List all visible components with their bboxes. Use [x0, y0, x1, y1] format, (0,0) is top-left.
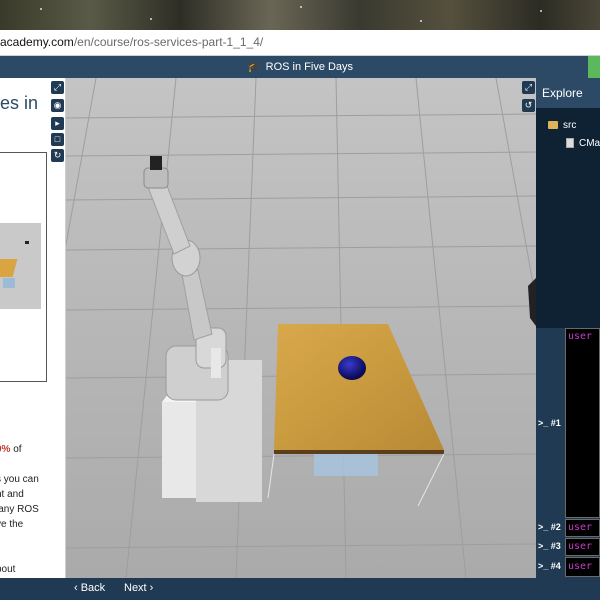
- terminal-tab-label: >_ #3: [538, 541, 561, 551]
- terminal-screen-2[interactable]: user: [565, 519, 600, 537]
- wooden-table-edge: [274, 450, 444, 454]
- robot-wrist: [143, 167, 169, 189]
- notebook-line: s you can: [0, 474, 39, 485]
- star: [540, 10, 542, 12]
- url-path: /en/course/ros-services-part-1_1_4/: [73, 35, 264, 49]
- terminal-panel: >_ #1 user >_ #2 user >_ #3 user >_ #4 u…: [536, 328, 600, 578]
- terminal-screen-1[interactable]: user: [565, 328, 600, 518]
- next-button[interactable]: Next ›: [124, 582, 153, 594]
- star: [300, 6, 302, 8]
- course-title: ROS in Five Days: [265, 61, 354, 73]
- notebook-line: ve the: [0, 519, 24, 530]
- viewport-scene: [66, 78, 536, 578]
- explorer-header: Explore: [536, 78, 600, 108]
- address-bar[interactable]: academy.com/en/course/ros-services-part-…: [0, 30, 600, 56]
- table-shadow: [314, 454, 378, 476]
- course-title-container[interactable]: 🎓 ROS in Five Days: [0, 60, 600, 73]
- terminal-tab-label: >_ #2: [538, 522, 561, 532]
- notebook-title-text: es in: [0, 93, 39, 113]
- explorer-title: Explore: [542, 86, 583, 100]
- course-header: 🎓 ROS in Five Days: [0, 56, 600, 78]
- terminal-prompt: user: [568, 561, 593, 572]
- thumbnail-table: [0, 259, 18, 277]
- terminal-tab-4[interactable]: >_ #4: [536, 557, 564, 577]
- viewport-fullscreen-icon[interactable]: ⤢: [522, 81, 535, 94]
- notebook-line: 0% of: [0, 444, 65, 455]
- url-text[interactable]: academy.com/en/course/ros-services-part-…: [0, 35, 263, 49]
- tree-item-cmake[interactable]: CMa: [566, 138, 600, 149]
- robot-gripper: [150, 156, 162, 170]
- thumbnail-gripper: [25, 241, 29, 244]
- notebook-line: bout: [0, 564, 16, 575]
- reset-view-icon[interactable]: ↺: [522, 99, 535, 112]
- terminal-tab-2[interactable]: >_ #2: [536, 519, 564, 537]
- robot-shoulder-highlight: [211, 348, 221, 378]
- simulation-thumbnail: [0, 223, 41, 309]
- gazebo-viewport[interactable]: ⤢ ↺: [66, 78, 536, 578]
- notebook-panel: es in 0% of s you can nt and lany ROS ve…: [0, 78, 66, 578]
- tree-item-label: src: [563, 120, 577, 131]
- square-icon[interactable]: □: [51, 133, 64, 146]
- star: [40, 8, 42, 10]
- terminal-screen-4[interactable]: user: [565, 557, 600, 577]
- back-button[interactable]: ‹ Back: [74, 582, 105, 594]
- file-explorer: Explore src CMa: [536, 78, 600, 328]
- green-tab[interactable]: [588, 56, 600, 78]
- terminal-prompt: user: [568, 541, 593, 552]
- url-host: academy.com: [0, 35, 74, 49]
- notebook-line: nt and: [0, 489, 24, 500]
- notebook-line-suffix: of: [10, 444, 22, 455]
- file-icon: [566, 138, 574, 149]
- space-banner: [0, 0, 600, 30]
- star: [150, 18, 152, 20]
- terminal-prompt: user: [568, 522, 593, 533]
- terminal-prompt: user: [568, 331, 593, 342]
- notebook-line: lany ROS: [0, 504, 39, 515]
- footer-nav: ‹ Back Next ›: [0, 578, 600, 600]
- skip-forward-icon[interactable]: ▸: [51, 117, 64, 130]
- terminal-tab-3[interactable]: >_ #3: [536, 538, 564, 556]
- folder-icon: [548, 121, 558, 130]
- tree-item-label: CMa: [579, 138, 600, 149]
- tree-item-src[interactable]: src: [548, 120, 576, 131]
- thumbnail-shadow: [3, 278, 15, 288]
- terminal-tab-label: >_ #1: [538, 418, 561, 428]
- fullscreen-icon[interactable]: ⤢: [51, 81, 64, 94]
- terminal-tab-1[interactable]: >_ #1: [536, 328, 564, 518]
- blue-ball: [338, 356, 366, 380]
- terminal-screen-3[interactable]: user: [565, 538, 600, 556]
- graduation-cap-icon: 🎓: [246, 61, 261, 73]
- notebook-highlight: 0%: [0, 444, 11, 455]
- notebook-figure: [0, 152, 47, 382]
- terminal-tab-label: >_ #4: [538, 561, 561, 571]
- star: [420, 20, 422, 22]
- eye-slash-icon[interactable]: ◉: [51, 99, 64, 112]
- refresh-icon[interactable]: ↻: [51, 149, 64, 162]
